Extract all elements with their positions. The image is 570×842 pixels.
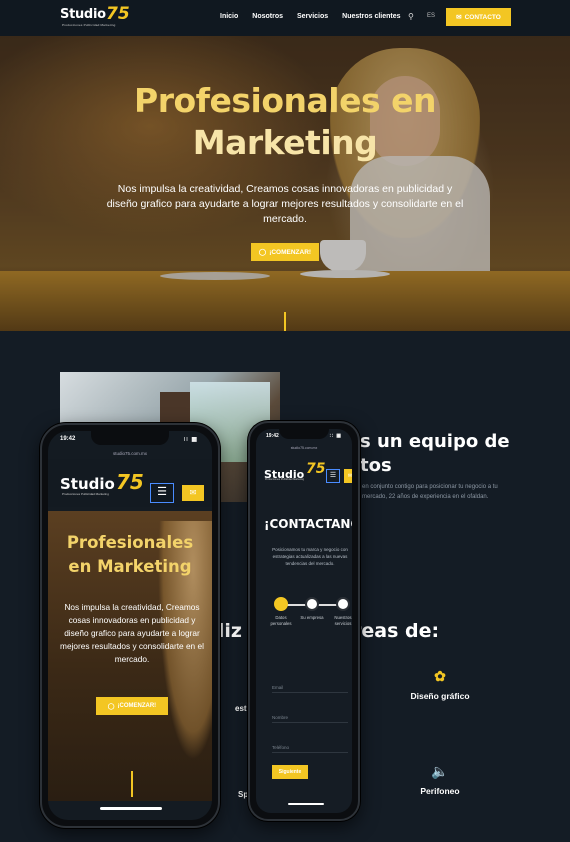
phone-screen: 19:42 ∷ ▦ studio75.com.mx Studio 75 Prod…	[48, 431, 212, 820]
studio75-logo[interactable]: Studio 75 Producciones Publicidad Market…	[60, 470, 144, 496]
phone-screen: 19:42 ∷ ▦ studio75.com.mx Studio 75 Prod…	[256, 429, 352, 813]
area-label: Perifoneo	[420, 786, 460, 796]
nav-link-servicios[interactable]: Servicios	[297, 13, 328, 20]
step-2-indicator[interactable]	[305, 597, 319, 611]
logo-tagline: Producciones Publicidad Marketing	[62, 492, 109, 496]
hamburger-menu-icon[interactable]: ☰	[326, 469, 340, 483]
mobile-scroll-indicator	[131, 771, 133, 797]
contact-text: Posicionamos tu marca y negocio con estr…	[272, 547, 348, 566]
mobile-hero-title-line2: en Marketing	[68, 557, 192, 576]
home-indicator	[100, 807, 162, 810]
status-icons: ∷ ▦	[329, 433, 342, 439]
hero-section: Profesionales en Marketing Nos impulsa l…	[0, 36, 570, 331]
nav-links: Inicio Nosotros Servicios Nuestros clien…	[220, 13, 415, 20]
speaker-icon: 🔈	[431, 763, 449, 779]
area-partial-label: est	[235, 704, 247, 713]
about-heading-line2: tos	[360, 455, 392, 476]
phone-field[interactable]: Teléfono	[272, 745, 348, 753]
about-heading: s un equipo de tos	[360, 430, 510, 478]
start-button-label: ¡COMENZAR!	[269, 248, 312, 256]
language-selector[interactable]: ES	[427, 13, 435, 19]
logo-word: Studio	[60, 7, 106, 22]
phone-mockup-contact: 19:42 ∷ ▦ studio75.com.mx Studio 75 Prod…	[248, 421, 360, 821]
name-field[interactable]: Nombre	[272, 715, 348, 723]
browser-url-bar[interactable]: studio75.com.mx	[256, 443, 352, 453]
hero-title: Profesionales en Marketing	[0, 80, 570, 164]
mobile-contact-button[interactable]: ✉	[344, 469, 352, 483]
logo-number: 75	[306, 461, 326, 477]
mobile-hero-title-line1: Profesionales	[66, 533, 194, 552]
pin-icon[interactable]: ⚲	[408, 12, 414, 21]
studio75-logo[interactable]: Studio 75 Producciones Publicidad Market…	[264, 461, 325, 483]
mobile-start-button[interactable]: ◯ ¡COMENZAR!	[96, 697, 168, 715]
step-3-label: Nuestros servicios	[334, 615, 352, 626]
logo-number: 75	[116, 470, 144, 494]
logo-number: 75	[106, 4, 130, 24]
mobile-hero-text: Nos impulsa la creatividad, Creamos cosa…	[60, 602, 204, 664]
studio75-logo[interactable]: Studio 75 Producciones Publicidad Market…	[60, 4, 130, 31]
home-indicator	[288, 803, 324, 805]
mobile-contact-button[interactable]: ✉	[182, 485, 204, 501]
contact-button[interactable]: ✉ CONTACTO	[446, 8, 511, 26]
step-2-label: Su empresa	[300, 615, 324, 620]
phone-mockup-home: 19:42 ∷ ▦ studio75.com.mx Studio 75 Prod…	[40, 423, 220, 828]
top-navbar: Studio 75 Producciones Publicidad Market…	[0, 0, 570, 36]
nav-link-nosotros[interactable]: Nosotros	[252, 13, 283, 20]
bulb-icon: ◯	[107, 703, 115, 710]
hero-text: Nos impulsa la creatividad, Creamos cosa…	[106, 183, 464, 225]
contact-heading: ¡CONTACTANOS!	[264, 517, 352, 531]
status-icons: ∷ ▦	[183, 437, 198, 443]
bulb-icon: ◯	[258, 249, 267, 256]
hamburger-menu-icon[interactable]: ☰	[150, 483, 174, 503]
status-time: 19:42	[60, 436, 76, 442]
area-perifoneo[interactable]: 🔈 Perifoneo	[400, 763, 480, 796]
mail-icon: ✉	[456, 14, 462, 21]
start-button[interactable]: ◯ ¡COMENZAR!	[251, 243, 319, 261]
page: Studio 75 Producciones Publicidad Market…	[0, 0, 570, 842]
area-diseno-grafico[interactable]: ✿ Diseño gráfico	[400, 668, 480, 701]
nav-link-inicio[interactable]: Inicio	[220, 13, 238, 20]
phone-notch	[91, 431, 169, 445]
step-1-indicator[interactable]	[274, 597, 288, 611]
logo-tagline: Producciones Publicidad Marketing	[62, 23, 116, 27]
area-partial-label: Sp	[238, 790, 249, 799]
email-field[interactable]: Email	[272, 685, 348, 693]
browser-url-bar[interactable]: studio75.com.mx	[48, 449, 212, 459]
about-description: en conjunto contigo para posicionar tu n…	[362, 484, 498, 500]
phone-notch	[279, 429, 329, 439]
logo-word: Studio	[60, 475, 115, 493]
status-time: 19:42	[266, 433, 279, 439]
hero-title-line2: Marketing	[192, 123, 378, 162]
award-icon: ✿	[434, 668, 446, 684]
scroll-indicator[interactable]	[284, 312, 286, 331]
next-button[interactable]: Siguiente	[272, 765, 308, 779]
area-label: Diseño gráfico	[410, 691, 470, 701]
mobile-hero-title: Profesionales en Marketing	[48, 531, 212, 579]
contact-button-label: CONTACTO	[464, 13, 501, 21]
step-3-indicator[interactable]	[336, 597, 350, 611]
logo-tagline: Producciones Publicidad Marketing	[265, 478, 305, 481]
step-1-label: Datos personales	[270, 615, 292, 626]
mobile-start-button-label: ¡COMENZAR!	[117, 703, 157, 709]
hero-title-line1: Profesionales en	[134, 81, 436, 120]
about-heading-line1: s un equipo de	[360, 431, 510, 452]
nav-link-clientes[interactable]: Nuestros clientes	[342, 13, 400, 20]
